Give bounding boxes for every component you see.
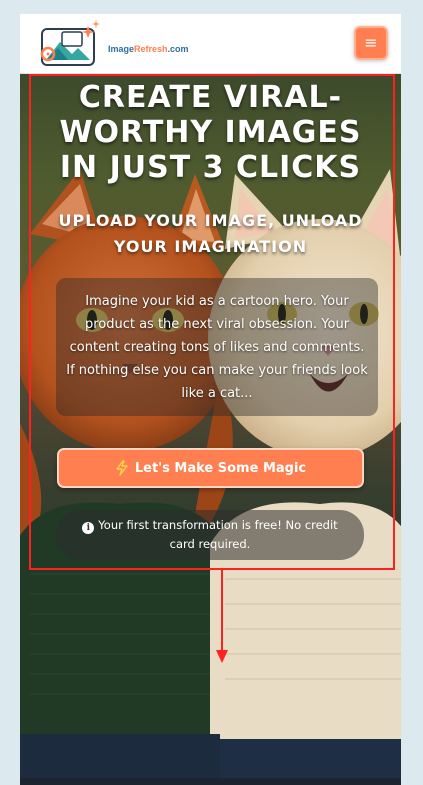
- hero-title-line: CREATE VIRAL-: [78, 80, 343, 115]
- hero-title-line: WORTHY IMAGES: [59, 115, 362, 150]
- browser-viewport: ImageRefresh.com ≡ CREATE VIRAL- WORTHY …: [20, 14, 401, 785]
- hamburger-icon: ≡: [364, 33, 378, 52]
- free-trial-note-text: Your first transformation is free! No cr…: [98, 518, 338, 551]
- hero-description: Imagine your kid as a cartoon hero. Your…: [56, 278, 378, 416]
- logo-text-part1: Image: [108, 44, 135, 54]
- logo-text-part2: Refresh: [134, 44, 168, 54]
- free-trial-note: i Your first transformation is free! No c…: [56, 510, 364, 560]
- hero-subtitle-line: UPLOAD YOUR IMAGE, UNLOAD: [58, 211, 363, 230]
- hero-title: CREATE VIRAL- WORTHY IMAGES IN JUST 3 CL…: [20, 80, 401, 185]
- cta-button[interactable]: Let's Make Some Magic: [57, 448, 364, 488]
- hero-subtitle: UPLOAD YOUR IMAGE, UNLOAD YOUR IMAGINATI…: [40, 208, 381, 260]
- menu-button[interactable]: ≡: [354, 26, 388, 60]
- hero-title-line: IN JUST 3 CLICKS: [59, 150, 362, 185]
- site-logo[interactable]: ImageRefresh.com: [38, 20, 189, 68]
- hero-section: CREATE VIRAL- WORTHY IMAGES IN JUST 3 CL…: [20, 74, 401, 785]
- hero-subtitle-line: YOUR IMAGINATION: [113, 237, 308, 256]
- cta-button-label: Let's Make Some Magic: [134, 460, 307, 476]
- info-icon: i: [82, 522, 95, 534]
- bottom-edge-bar: [20, 778, 401, 785]
- logo-text: ImageRefresh.com: [108, 44, 189, 54]
- navbar: ImageRefresh.com ≡: [20, 14, 401, 74]
- annotation-arrow-down-icon: [216, 570, 228, 663]
- logo-text-part3: .com: [167, 44, 189, 54]
- lightning-icon: [115, 460, 129, 476]
